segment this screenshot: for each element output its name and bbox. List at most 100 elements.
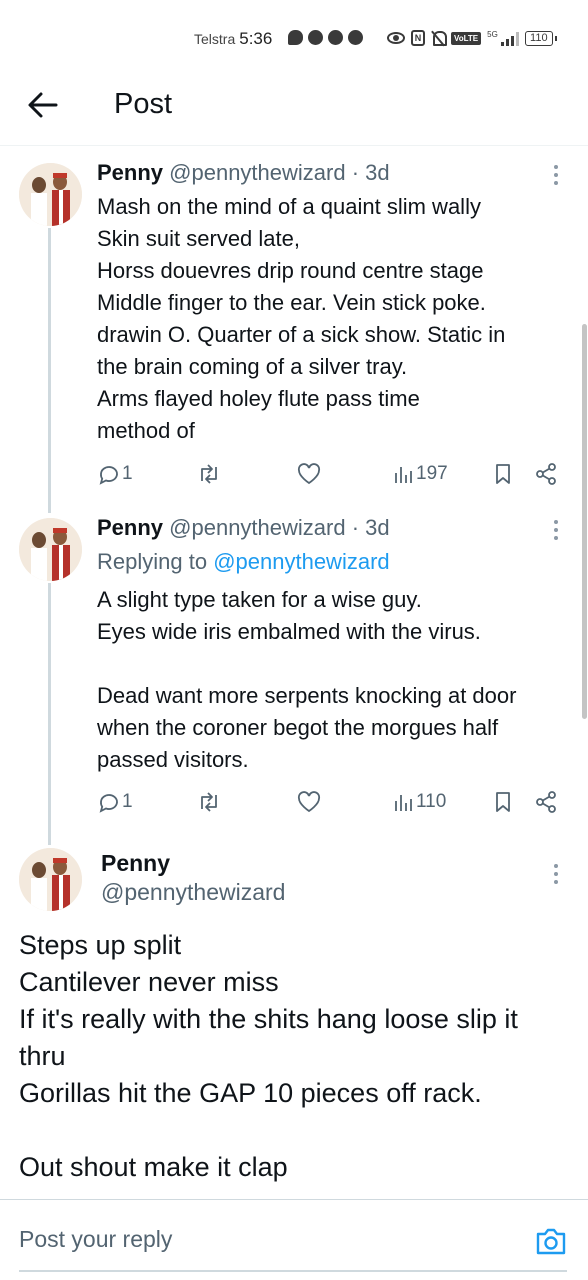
tweet-actions: 1 110 <box>97 786 567 818</box>
repost-icon <box>201 792 217 812</box>
tweet-header: Penny @pennythewizard · 3d <box>97 515 390 541</box>
telegram-icon <box>308 30 323 45</box>
tweet-line: Arms flayed holey flute pass time <box>97 386 420 411</box>
carrier-name: Telstra <box>194 31 236 47</box>
nfc-icon: N <box>411 30 425 46</box>
author-name[interactable]: Penny <box>101 850 170 877</box>
telegram-icon <box>328 30 343 45</box>
views-icon <box>395 467 412 483</box>
repost-icon <box>201 464 217 484</box>
tweet-line: If it's really with the shits hang loose… <box>19 1004 518 1034</box>
bell-off-icon <box>431 30 447 46</box>
avatar-image <box>19 518 82 581</box>
avatar[interactable] <box>19 848 82 911</box>
tweet-line: Skin suit served late, <box>97 226 300 251</box>
battery-icon: 110 <box>524 30 557 46</box>
notification-icons <box>288 30 363 45</box>
reply-count: 1 <box>122 463 133 484</box>
tweet-text: A slight type taken for a wise guy. Eyes… <box>97 584 567 776</box>
heart-icon <box>297 791 321 813</box>
views-button[interactable]: 110 <box>393 786 446 818</box>
reply-icon <box>99 466 118 485</box>
tweet-text: Mash on the mind of a quaint slim wally … <box>97 191 567 447</box>
reply-icon <box>99 794 118 813</box>
tweet-line: Dead want more serpents knocking at door <box>97 683 517 708</box>
tweet-line: Eyes wide iris embalmed with the virus. <box>97 619 481 644</box>
bookmark-button[interactable] <box>493 458 513 490</box>
reply-button[interactable]: 1 <box>97 458 133 490</box>
more-options-icon[interactable] <box>548 862 564 886</box>
tweet-line: the brain coming of a silver tray. <box>97 354 408 379</box>
bookmark-icon <box>496 792 510 812</box>
repost-button[interactable] <box>196 458 222 490</box>
avatar[interactable] <box>19 163 82 226</box>
author-handle[interactable]: @pennythewizard <box>169 160 345 185</box>
like-button[interactable] <box>297 786 321 818</box>
eye-icon <box>387 32 405 44</box>
tweet-actions: 1 197 <box>97 458 567 490</box>
bookmark-button[interactable] <box>493 786 513 818</box>
tweet-line: thru <box>19 1041 66 1071</box>
status-time-group: Telstra 5:36 <box>194 29 272 49</box>
view-count: 110 <box>416 791 447 812</box>
author-handle[interactable]: @pennythewizard <box>169 515 345 540</box>
tweet-line: Cantilever never miss <box>19 967 279 997</box>
system-icons: N VoLTE 5G 110 <box>387 30 557 46</box>
tweet-line: Middle finger to the ear. Vein stick pok… <box>97 290 486 315</box>
avatar-image <box>19 848 82 911</box>
chat-bubble-icon <box>288 30 303 45</box>
reply-bar: Post your reply <box>0 1199 588 1280</box>
reply-input[interactable]: Post your reply <box>19 1226 172 1253</box>
telegram-icon <box>348 30 363 45</box>
heart-icon <box>297 463 321 485</box>
avatar-image <box>19 163 82 226</box>
reply-underline <box>19 1270 567 1272</box>
tweet-header: Penny @pennythewizard · 3d <box>97 160 390 186</box>
tweet-time: · 3d <box>351 515 390 540</box>
post-header: Post <box>0 70 588 146</box>
replying-to-handle[interactable]: @pennythewizard <box>213 549 389 574</box>
thread-line <box>48 228 51 513</box>
network-type: 5G <box>487 30 498 39</box>
scrollbar[interactable] <box>582 324 587 719</box>
tweet-line <box>19 1112 579 1149</box>
tweet-line: drawin O. Quarter of a sick show. Static… <box>97 322 506 347</box>
share-button[interactable] <box>535 786 557 818</box>
thread-line <box>48 583 51 845</box>
avatar[interactable] <box>19 518 82 581</box>
volte-icon: VoLTE <box>451 31 482 45</box>
replying-to-label: Replying to <box>97 549 208 574</box>
repost-button[interactable] <box>196 786 222 818</box>
tweet-line: Mash on the mind of a quaint slim wally <box>97 194 481 219</box>
camera-icon[interactable] <box>535 1226 567 1256</box>
tweet-time: · 3d <box>351 160 390 185</box>
page-title: Post <box>114 88 173 120</box>
tweet-line: method of <box>97 418 195 443</box>
back-arrow-icon[interactable] <box>26 90 60 120</box>
like-button[interactable] <box>297 458 321 490</box>
tweet-line <box>97 648 567 680</box>
author-name[interactable]: Penny <box>97 160 163 185</box>
tweet-line: Gorillas hit the GAP 10 pieces off rack. <box>19 1078 482 1108</box>
view-count: 197 <box>416 463 448 484</box>
share-icon <box>536 791 556 813</box>
more-options-icon[interactable] <box>548 518 564 542</box>
signal-icon: 5G <box>487 30 519 46</box>
views-icon <box>395 795 412 811</box>
tweet-line: when the coroner begot the morgues half <box>97 715 499 740</box>
reply-count: 1 <box>122 791 133 812</box>
status-clock: 5:36 <box>239 29 273 48</box>
more-options-icon[interactable] <box>548 163 564 187</box>
tweet-line: Out shout make it clap <box>19 1152 288 1182</box>
author-handle[interactable]: @pennythewizard <box>101 879 285 906</box>
share-icon <box>536 463 556 485</box>
author-name[interactable]: Penny <box>97 515 163 540</box>
replying-to: Replying to @pennythewizard <box>97 549 390 575</box>
tweet-line: A slight type taken for a wise guy. <box>97 587 422 612</box>
reply-button[interactable]: 1 <box>97 786 133 818</box>
share-button[interactable] <box>535 458 557 490</box>
tweet-line: Steps up split <box>19 930 182 960</box>
views-button[interactable]: 197 <box>393 458 448 490</box>
tweet-line: Horss douevres drip round centre stage <box>97 258 484 283</box>
bookmark-icon <box>496 464 510 484</box>
